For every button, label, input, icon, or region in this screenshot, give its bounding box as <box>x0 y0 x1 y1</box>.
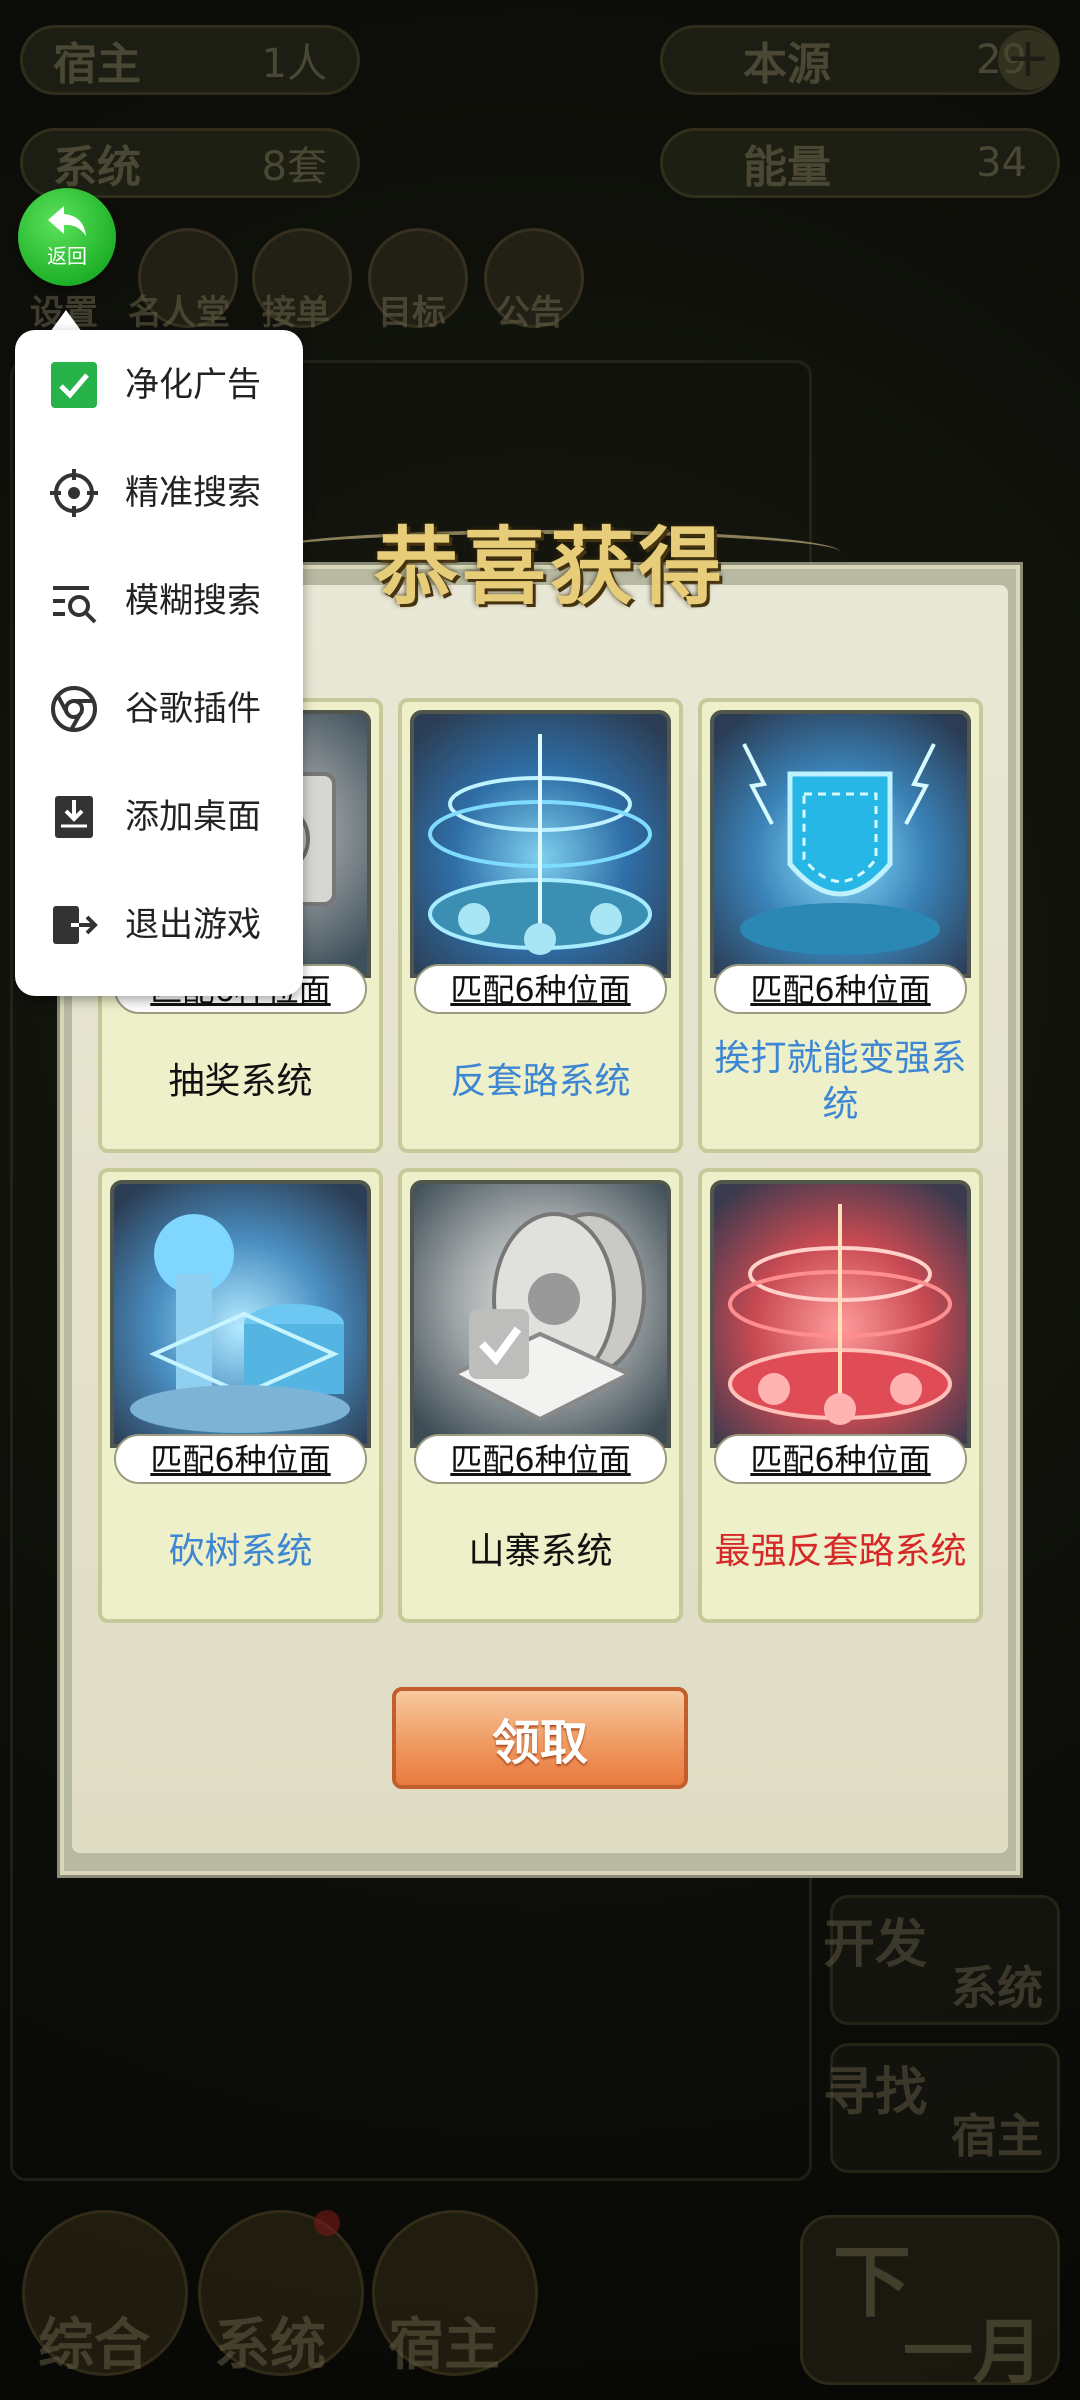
reward-card[interactable]: 匹配6种位面 砍树系统 <box>98 1168 383 1623</box>
tree-cutting-system-art <box>110 1180 371 1448</box>
menu-item-precise-search[interactable]: 精准搜索 <box>15 438 303 546</box>
menu-item-add-desktop[interactable]: 添加桌面 <box>15 762 303 870</box>
menu-item-exit-game[interactable]: 退出游戏 <box>15 870 303 978</box>
menu-item-fuzzy-search[interactable]: 模糊搜索 <box>15 546 303 654</box>
anti-routine-system-art <box>410 710 671 978</box>
menu-item-clean-ads[interactable]: 净化广告 <box>15 330 303 438</box>
checkbox-checked-icon <box>51 362 97 408</box>
add-desktop-icon <box>55 796 93 838</box>
menu-item-chrome-plugin[interactable]: 谷歌插件 <box>15 654 303 762</box>
card-name: 挨打就能变强系统 <box>714 1038 967 1125</box>
strongest-anti-routine-system-art <box>710 1180 971 1448</box>
card-name: 抽奖系统 <box>168 1061 313 1102</box>
back-button[interactable]: 返回 <box>18 188 116 286</box>
copycat-system-art <box>410 1180 671 1448</box>
beaten-stronger-system-art <box>710 710 971 978</box>
back-label: 返回 <box>47 244 87 268</box>
reward-card[interactable]: 匹配6种位面 山寨系统 <box>398 1168 683 1623</box>
menu-item-label: 精准搜索 <box>125 473 261 513</box>
card-name: 反套路系统 <box>450 1061 631 1102</box>
card-subtitle: 匹配6种位面 <box>414 1434 667 1484</box>
menu-item-label: 模糊搜索 <box>125 581 261 621</box>
chrome-icon <box>51 686 97 732</box>
reward-card[interactable]: 匹配6种位面 挨打就能变强系统 <box>698 698 983 1153</box>
menu-pointer <box>50 310 82 332</box>
card-subtitle: 匹配6种位面 <box>114 1434 367 1484</box>
popup-menu: 净化广告 精准搜索 模糊搜索 谷歌插件 添加桌面 退出游戏 <box>15 330 303 996</box>
card-subtitle: 匹配6种位面 <box>714 1434 967 1484</box>
menu-item-label: 退出游戏 <box>125 905 261 945</box>
reward-card[interactable]: 匹配6种位面 反套路系统 <box>398 698 683 1153</box>
exit-icon <box>53 906 98 944</box>
card-subtitle: 匹配6种位面 <box>414 964 667 1014</box>
reward-card[interactable]: 匹配6种位面 最强反套路系统 <box>698 1168 983 1623</box>
menu-item-label: 谷歌插件 <box>125 689 261 729</box>
card-name: 山寨系统 <box>468 1531 613 1572</box>
menu-item-label: 净化广告 <box>125 365 261 405</box>
fuzzy-search-icon <box>53 586 97 624</box>
crosshair-icon <box>50 469 98 517</box>
modal-title: 恭喜获得 <box>373 517 726 616</box>
card-name: 砍树系统 <box>168 1531 313 1572</box>
claim-button[interactable]: 领取 <box>392 1687 688 1789</box>
card-subtitle: 匹配6种位面 <box>714 964 967 1014</box>
back-arrow-icon <box>48 206 86 236</box>
menu-item-label: 添加桌面 <box>125 797 261 837</box>
card-name: 最强反套路系统 <box>714 1531 967 1572</box>
